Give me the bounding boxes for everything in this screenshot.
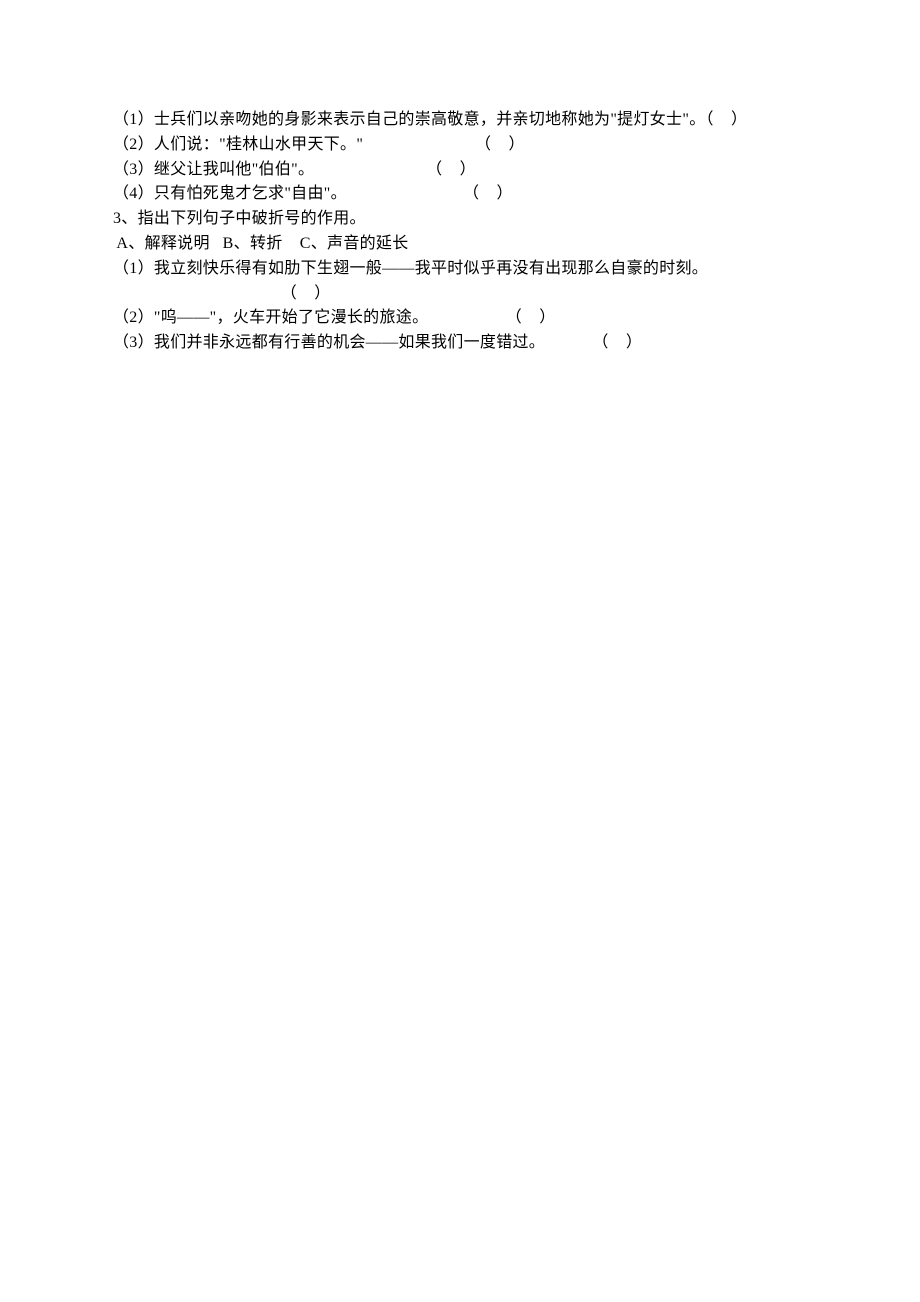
gap: [428, 309, 505, 326]
quoted-text: "提灯女士": [610, 111, 689, 128]
item-prefix: （3）: [113, 161, 154, 178]
bracket-indent: [113, 285, 281, 302]
question-prompt: 指出下列句子中破折号的作用。: [138, 210, 366, 227]
item-prefix: （1）: [113, 260, 154, 277]
answer-bracket[interactable]: （ ）: [463, 185, 513, 202]
item-prefix: （2）: [113, 309, 154, 326]
item-text: 只有怕死鬼才乞求: [154, 185, 284, 202]
quoted-text: "自由": [284, 185, 330, 202]
answer-bracket[interactable]: （ ）: [592, 334, 642, 351]
gap: [314, 161, 426, 178]
item-text: 我们并非永远都有行善的机会——如果我们一度错过。: [154, 334, 545, 351]
item-prefix: （3）: [113, 334, 154, 351]
q3-item-1-line2: （ ）: [113, 282, 850, 307]
item-prefix: （1）: [113, 111, 154, 128]
q2-item-1: （1）士兵们以亲吻她的身影来表示自己的崇高敬意，并亲切地称她为"提灯女士"。（ …: [113, 108, 850, 133]
answer-bracket[interactable]: （ ）: [475, 136, 525, 153]
answer-bracket[interactable]: （ ）: [706, 111, 748, 128]
answer-bracket[interactable]: （ ）: [281, 285, 331, 302]
q3-item-2: （2）"呜——"，火车开始了它漫长的旅途。 （ ）: [113, 306, 850, 331]
quoted-text: "伯伯": [252, 161, 298, 178]
answer-bracket[interactable]: （ ）: [426, 161, 476, 178]
item-text: "呜——"，火车开始了它漫长的旅途。: [154, 309, 428, 326]
question-number: 3、: [113, 210, 138, 227]
gap: [545, 334, 592, 351]
gap: [347, 185, 463, 202]
q2-item-3: （3）继父让我叫他"伯伯"。 （ ）: [113, 158, 850, 183]
q3-options: A、解释说明 B、转折 C、声音的延长: [113, 232, 850, 257]
quoted-text: "桂林山水甲天下。": [219, 136, 363, 153]
item-text: 继父让我叫他: [154, 161, 252, 178]
item-text: 士兵们以亲吻她的身影来表示自己的崇高敬意，并亲切地称她为: [154, 111, 610, 128]
after-quote: 。: [689, 111, 705, 128]
q2-item-2: （2）人们说："桂林山水甲天下。" （ ）: [113, 133, 850, 158]
item-text: 人们说：: [154, 136, 219, 153]
gap: [363, 136, 475, 153]
item-prefix: （4）: [113, 185, 154, 202]
after-quote: 。: [298, 161, 314, 178]
after-quote: 。: [331, 185, 347, 202]
item-prefix: （2）: [113, 136, 154, 153]
options-text: A、解释说明 B、转折 C、声音的延长: [113, 235, 409, 252]
q2-item-4: （4）只有怕死鬼才乞求"自由"。 （ ）: [113, 182, 850, 207]
q3-header: 3、指出下列句子中破折号的作用。: [113, 207, 850, 232]
q3-item-3: （3）我们并非永远都有行善的机会——如果我们一度错过。 （ ）: [113, 331, 850, 356]
answer-bracket[interactable]: （ ）: [506, 309, 556, 326]
item-text: 我立刻快乐得有如肋下生翅一般——我平时似乎再没有出现那么自豪的时刻。: [154, 260, 708, 277]
q3-item-1-line1: （1）我立刻快乐得有如肋下生翅一般——我平时似乎再没有出现那么自豪的时刻。: [113, 257, 850, 282]
